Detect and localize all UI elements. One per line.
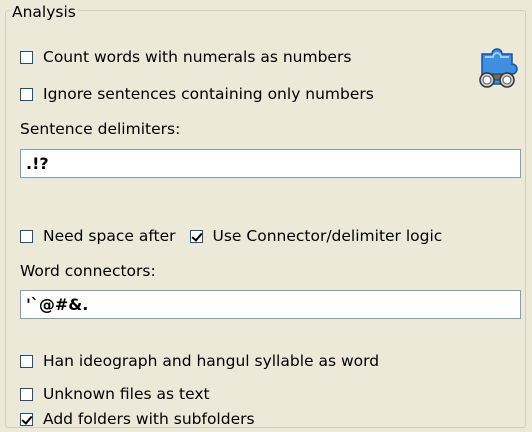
count-numerals-option[interactable]: Count words with numerals as numbers [20,47,351,67]
puzzle-magnifier-icon [479,48,518,88]
add-subfolders-label: Add folders with subfolders [43,410,255,428]
han-hangul-option[interactable]: Han ideograph and hangul syllable as wor… [20,351,379,371]
word-connectors-input[interactable]: '`@#&. [20,290,521,319]
analysis-group-title: Analysis [10,3,78,21]
need-space-after-option[interactable]: Need space after [20,227,176,245]
unknown-as-text-option[interactable]: Unknown files as text [20,384,210,404]
count-numerals-label: Count words with numerals as numbers [43,48,352,66]
add-subfolders-option[interactable]: Add folders with subfolders [20,409,255,429]
han-hangul-label: Han ideograph and hangul syllable as wor… [43,352,380,370]
unknown-as-text-label: Unknown files as text [43,385,210,403]
delimiter-options-row: Need space after Use Connector/delimiter… [20,226,442,246]
han-hangul-checkbox[interactable] [20,354,33,368]
word-connectors-label: Word connectors: [20,262,156,280]
ignore-numbers-option[interactable]: Ignore sentences containing only numbers [20,84,374,104]
sentence-delimiters-input[interactable]: .!? [20,149,521,178]
sentence-delimiters-label: Sentence delimiters: [20,120,181,138]
use-connector-logic-option[interactable]: Use Connector/delimiter logic [189,227,443,245]
add-subfolders-checkbox[interactable] [20,412,33,426]
use-connector-logic-label: Use Connector/delimiter logic [212,227,443,245]
need-space-after-checkbox[interactable] [20,229,33,243]
need-space-after-label: Need space after [43,227,176,245]
unknown-as-text-checkbox[interactable] [20,387,33,401]
use-connector-logic-checkbox[interactable] [189,229,203,243]
ignore-numbers-checkbox[interactable] [20,87,33,101]
count-numerals-checkbox[interactable] [20,50,33,64]
ignore-numbers-label: Ignore sentences containing only numbers [43,85,374,103]
